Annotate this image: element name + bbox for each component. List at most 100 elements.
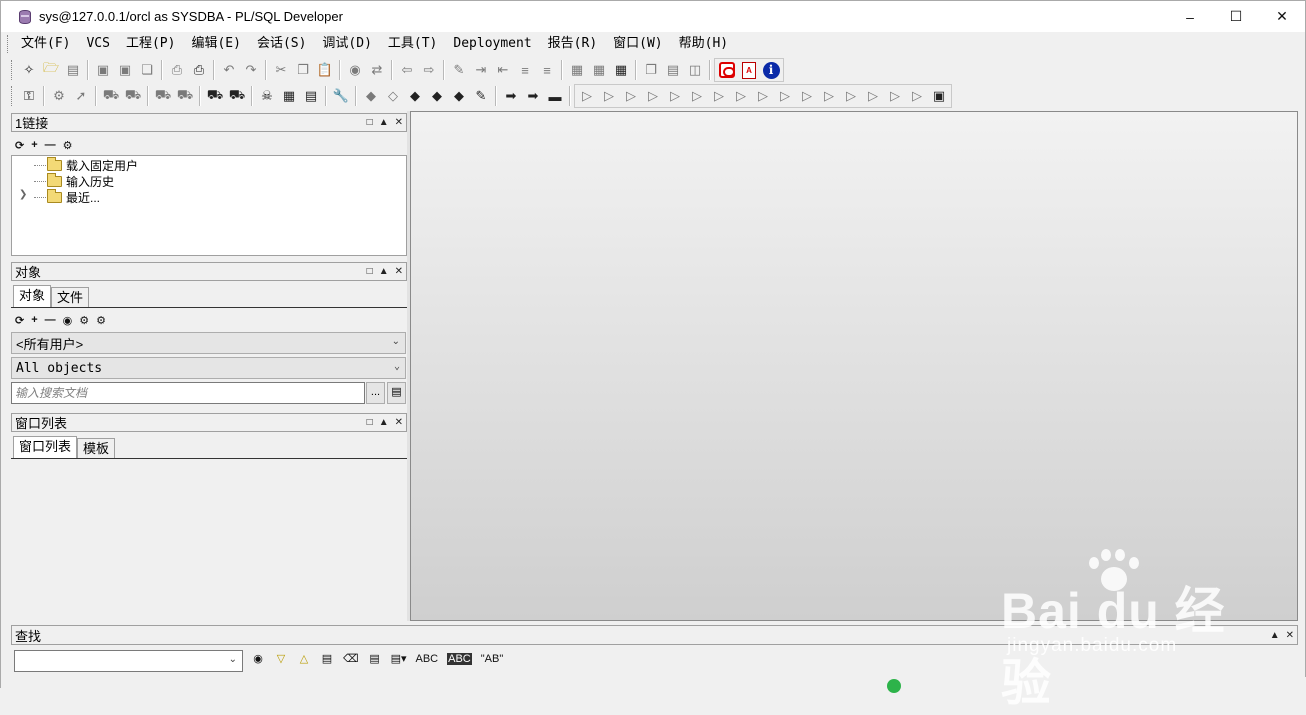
tab-templates[interactable]: 模板	[77, 438, 116, 458]
float-icon[interactable]: □	[367, 417, 373, 428]
pin-icon[interactable]: ▲	[1270, 630, 1280, 641]
pin-icon[interactable]: ▲	[379, 266, 389, 277]
expand-icon[interactable]: ❯	[19, 189, 27, 200]
forward-icon[interactable]: ⇨	[418, 59, 440, 81]
uncomment-icon[interactable]: ≡	[536, 59, 558, 81]
debug-step-icon[interactable]: ▷	[884, 85, 906, 107]
debug-step-icon[interactable]: ▷	[818, 85, 840, 107]
debug-step-icon[interactable]: ▷	[664, 85, 686, 107]
arrow-right-red-icon[interactable]: ➡	[522, 85, 544, 107]
compare-icon[interactable]: ☠	[256, 85, 278, 107]
menu-tools[interactable]: 工具(T)	[380, 33, 445, 55]
edit-icon[interactable]: ✎	[448, 59, 470, 81]
debug-step-icon[interactable]: ▷	[774, 85, 796, 107]
pin-icon[interactable]: ▲	[379, 417, 389, 428]
user-filter-select[interactable]: <所有用户> ⌄	[11, 332, 406, 354]
menu-file[interactable]: 文件(F)	[13, 33, 78, 55]
pin-icon[interactable]: ▲	[379, 117, 389, 128]
printer-icon[interactable]: ⎙	[188, 59, 210, 81]
print-icon[interactable]: ⎙	[166, 59, 188, 81]
add-icon[interactable]: +	[31, 314, 37, 326]
arrow-right-blue-icon[interactable]: ➡	[500, 85, 522, 107]
debug-step-icon[interactable]: ▷	[598, 85, 620, 107]
import-tables-icon[interactable]: ⛟	[226, 85, 248, 107]
maximize-button[interactable]: ☐	[1213, 1, 1259, 32]
tree-item[interactable]: 载入固定用户	[34, 156, 138, 173]
remove-icon[interactable]: —	[45, 314, 56, 326]
binoculars-icon[interactable]: ◉	[251, 652, 265, 665]
clear-icon[interactable]: ◇	[382, 85, 404, 107]
commit-icon[interactable]: ⛟	[100, 85, 122, 107]
back-icon[interactable]: ⇦	[396, 59, 418, 81]
test-window-icon[interactable]: ▦	[610, 59, 632, 81]
info-icon[interactable]: i	[760, 59, 782, 81]
selection-icon[interactable]: ▤	[368, 652, 382, 665]
tile-vertical-icon[interactable]: ◫	[684, 59, 706, 81]
refresh-icon[interactable]: ⟳	[15, 314, 24, 327]
object-search-input[interactable]: 输入搜索文档	[11, 382, 365, 404]
settings-gear-icon[interactable]: ⚙	[48, 85, 70, 107]
eraser-icon[interactable]: ⌫	[343, 652, 359, 665]
close-icon[interactable]: ✕	[395, 117, 403, 128]
object-type-select[interactable]: All objects ⌄	[11, 357, 406, 379]
debug-step-icon[interactable]: ▷	[840, 85, 862, 107]
wrench-icon[interactable]: 🔧	[330, 85, 352, 107]
whole-word-toggle[interactable]: ABC	[447, 652, 472, 665]
undo-icon[interactable]: ↶	[218, 59, 240, 81]
quoted-toggle[interactable]: "AB"	[481, 653, 503, 665]
command-window-icon[interactable]: ▦	[588, 59, 610, 81]
ruby-icon[interactable]: ◆	[404, 85, 426, 107]
binoculars-icon[interactable]: ◉	[63, 314, 73, 327]
document-icon[interactable]: ▤	[300, 85, 322, 107]
menu-deployment[interactable]: Deployment	[445, 33, 539, 55]
cascade-icon[interactable]: ❐	[640, 59, 662, 81]
search-options-button[interactable]: ...	[366, 382, 385, 404]
print-preview-icon[interactable]: ▤	[62, 59, 84, 81]
add-icon[interactable]: +	[31, 139, 37, 151]
lock-icon[interactable]: ▣	[928, 85, 950, 107]
close-button[interactable]: ✕	[1259, 1, 1305, 32]
pdf-icon[interactable]: A	[738, 59, 760, 81]
logon-key-icon[interactable]: ⚿	[18, 85, 40, 107]
document-scope-icon[interactable]: ▤▾	[391, 652, 407, 665]
paste-icon[interactable]: 📋	[314, 59, 336, 81]
debug-step-icon[interactable]: ▷	[906, 85, 928, 107]
copy-icon[interactable]: ❐	[292, 59, 314, 81]
report-icon[interactable]: ▦	[278, 85, 300, 107]
find-icon[interactable]: ◉	[344, 59, 366, 81]
export-tables-icon[interactable]: ⛟	[204, 85, 226, 107]
eraser-icon[interactable]: ◆	[360, 85, 382, 107]
debug-step-icon[interactable]: ▷	[796, 85, 818, 107]
debug-step-icon[interactable]: ▷	[620, 85, 642, 107]
tab-files[interactable]: 文件	[51, 287, 90, 307]
close-icon[interactable]: ✕	[395, 266, 403, 277]
save-all-icon[interactable]: ❏	[136, 59, 158, 81]
match-case-toggle[interactable]: ABC	[415, 653, 438, 665]
filter-icon[interactable]: ⚙	[79, 314, 89, 327]
menu-reports[interactable]: 报告(R)	[540, 33, 605, 55]
sql-icon[interactable]: ⛟	[174, 85, 196, 107]
stop-icon[interactable]: ▬	[544, 85, 566, 107]
tree-item[interactable]: 输入历史	[34, 172, 114, 189]
remove-icon[interactable]: —	[45, 139, 56, 151]
debug-step-icon[interactable]: ▷	[686, 85, 708, 107]
float-icon[interactable]: □	[367, 117, 373, 128]
menu-vcs[interactable]: VCS	[78, 33, 117, 55]
menu-project[interactable]: 工程(P)	[118, 33, 183, 55]
brush-icon[interactable]: ✎	[470, 85, 492, 107]
redo-icon[interactable]: ↷	[240, 59, 262, 81]
menubar-grip[interactable]	[7, 35, 10, 53]
close-icon[interactable]: ✕	[395, 417, 403, 428]
debug-step-icon[interactable]: ▷	[752, 85, 774, 107]
highlight-all-icon[interactable]: ▤	[320, 652, 334, 665]
refresh-icon[interactable]: ⟳	[15, 139, 24, 152]
menu-session[interactable]: 会话(S)	[249, 33, 314, 55]
find-input[interactable]: ⌄	[14, 650, 243, 672]
search-document-button[interactable]: ▤	[387, 382, 406, 404]
properties-icon[interactable]: ⚙	[63, 139, 73, 152]
find-previous-icon[interactable]: △	[297, 652, 311, 665]
debug-step-icon[interactable]: ▷	[708, 85, 730, 107]
minimize-button[interactable]: –	[1167, 1, 1213, 32]
menu-window[interactable]: 窗口(W)	[605, 33, 670, 55]
menu-help[interactable]: 帮助(H)	[671, 33, 736, 55]
